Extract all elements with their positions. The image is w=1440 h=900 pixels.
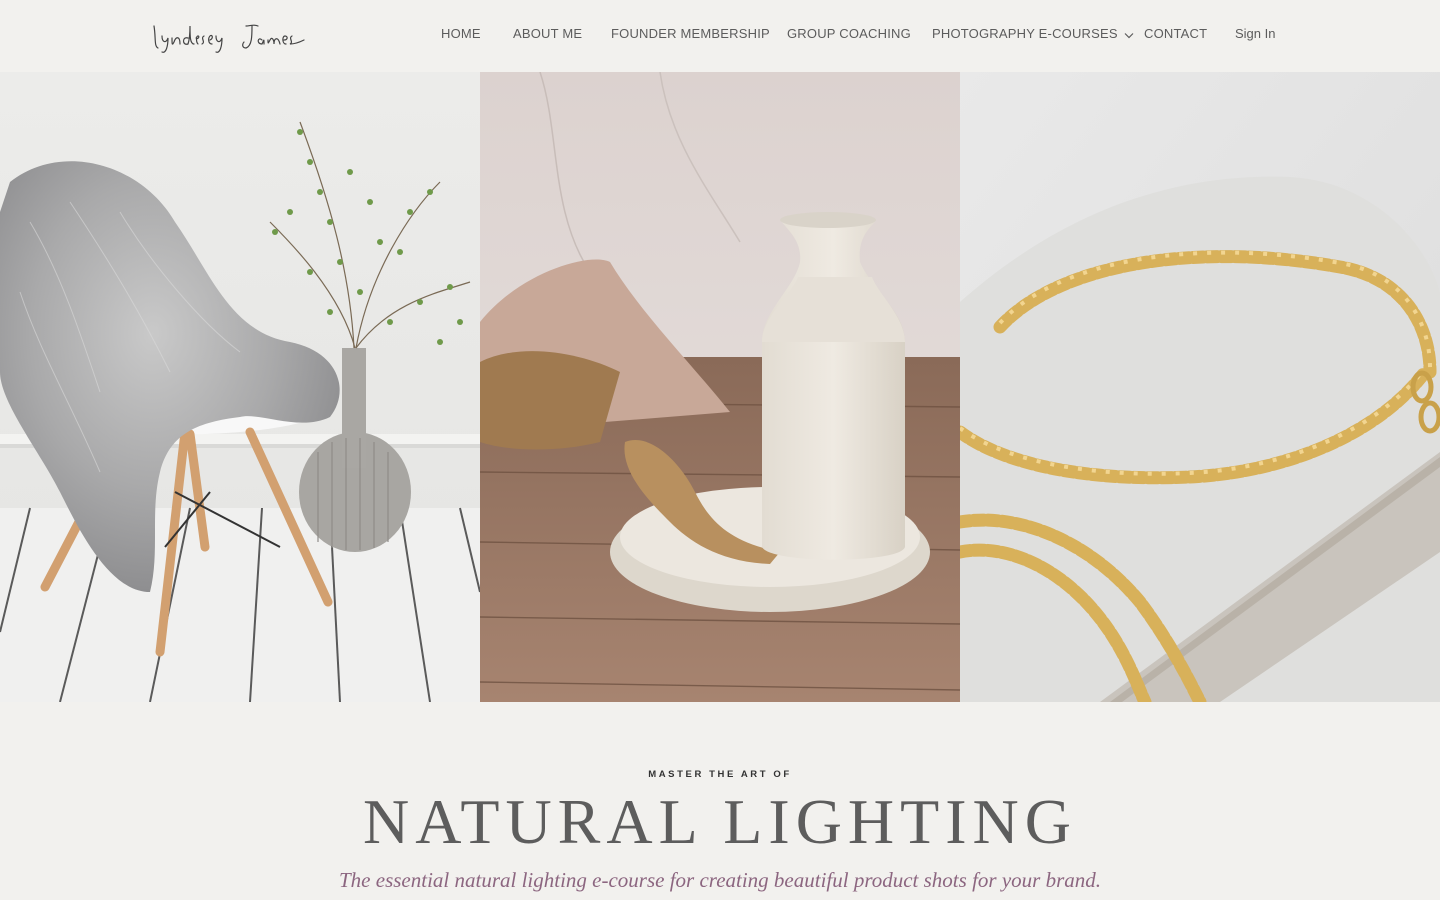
chair-sheepskin-photo [0,72,480,702]
nav-home[interactable]: HOME [441,26,481,41]
eyebrow-text: MASTER THE ART OF [648,769,792,780]
page-title: NATURAL LIGHTING [363,786,1077,857]
nav-group-coaching[interactable]: GROUP COACHING [787,26,911,41]
main-nav: HOME ABOUT ME FOUNDER MEMBERSHIP GROUP C… [0,0,1440,72]
gold-bracelet-photo [960,72,1440,702]
nav-photography-e-courses-label: PHOTOGRAPHY E-COURSES [932,26,1118,41]
chevron-down-icon [1124,27,1134,42]
site-header: HOME ABOUT ME FOUNDER MEMBERSHIP GROUP C… [0,0,1440,72]
nav-photography-e-courses[interactable]: PHOTOGRAPHY E-COURSES [932,26,1134,42]
nav-founder-membership[interactable]: FOUNDER MEMBERSHIP [611,26,770,41]
page-subtitle: The essential natural lighting e-course … [339,868,1101,892]
nav-contact[interactable]: CONTACT [1144,26,1207,41]
hero-gallery [0,72,1440,702]
nav-about-me[interactable]: ABOUT ME [513,26,582,41]
ceramic-jug-photo [480,72,960,702]
sign-in-link[interactable]: Sign In [1235,26,1275,41]
